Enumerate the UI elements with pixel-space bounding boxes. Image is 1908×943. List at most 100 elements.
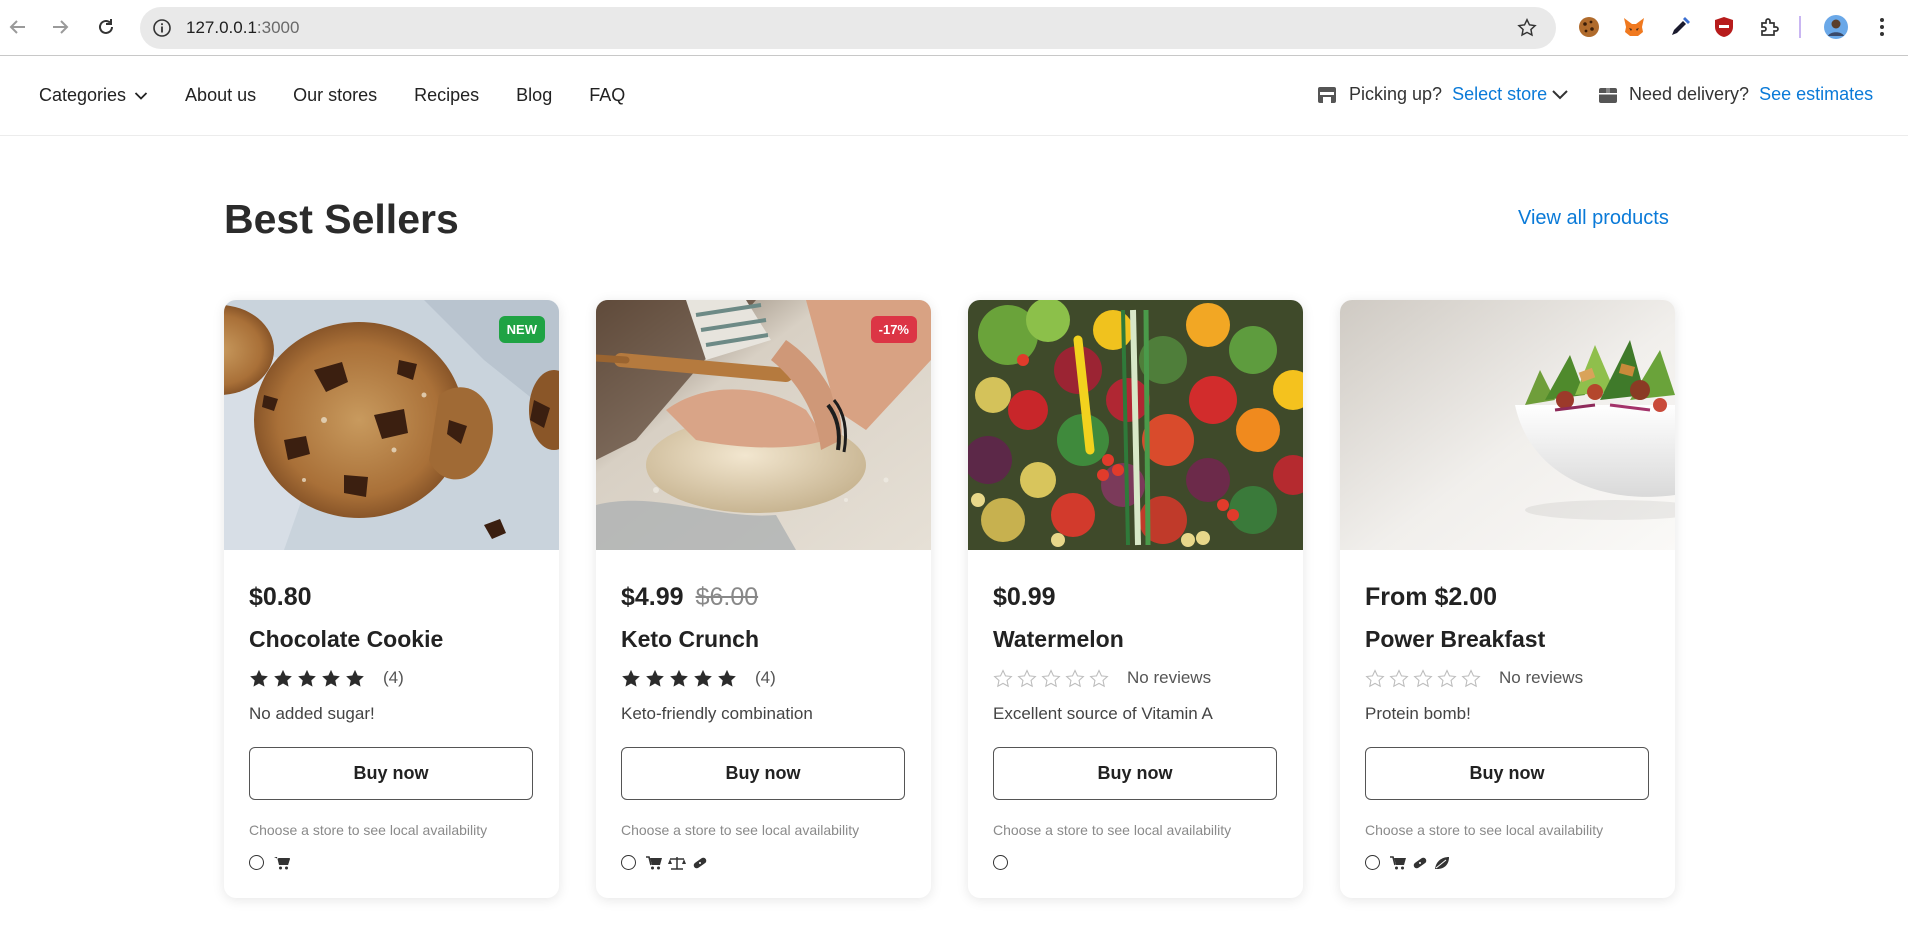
product-name[interactable]: Chocolate Cookie	[249, 626, 443, 653]
original-price: $6.00	[695, 583, 759, 611]
profile-avatar-icon[interactable]	[1822, 13, 1850, 41]
star-filled-icon	[694, 669, 712, 687]
bandage-icon	[693, 857, 707, 868]
pickup-label: Picking up?	[1349, 84, 1443, 104]
product-tags	[621, 855, 714, 870]
product-description: Protein bomb!	[1365, 704, 1471, 723]
product-card[interactable]: From $2.00 Power Breakfast No reviews Pr…	[1340, 300, 1675, 898]
menu-item-blog[interactable]: Blog	[516, 85, 552, 106]
shield-extension-icon[interactable]	[1710, 13, 1738, 41]
current-price: $4.99	[621, 583, 684, 611]
menu-label: Our stores	[293, 85, 378, 105]
star-filled-icon	[718, 669, 736, 687]
reload-icon[interactable]	[91, 12, 121, 42]
toolbar-divider	[1799, 16, 1801, 38]
product-price: $0.80	[249, 583, 312, 612]
menu-item-about-us[interactable]: About us	[185, 85, 256, 106]
browser-toolbar: 127.0.0.1:3000	[0, 0, 1908, 56]
current-price: $0.99	[993, 583, 1056, 611]
new-badge: NEW	[498, 316, 545, 343]
star-filled-icon	[670, 669, 688, 687]
current-price: From $2.00	[1365, 583, 1498, 611]
forward-arrow-icon[interactable]	[45, 12, 75, 42]
delivery-estimator: Need delivery? See estimates	[1598, 84, 1873, 105]
select-store-link[interactable]: Select store	[1452, 84, 1547, 105]
kebab-menu-icon[interactable]	[1868, 13, 1896, 41]
menu-item-our-stores[interactable]: Our stores	[293, 85, 377, 106]
leaf-icon	[1435, 856, 1449, 869]
product-card[interactable]: -17% $4.99 $6.00 Keto Crunch (4) Keto-fri…	[596, 300, 931, 898]
star-empty-icon	[993, 668, 1013, 687]
chevron-down-icon[interactable]	[1551, 89, 1569, 101]
star-filled-icon	[646, 669, 664, 687]
review-count: No reviews	[1499, 668, 1584, 687]
store-radio[interactable]	[1365, 855, 1380, 870]
bookmark-star-icon[interactable]	[1516, 17, 1538, 39]
store-radio[interactable]	[993, 855, 1008, 870]
availability-note: Choose a store to see local availability	[1365, 822, 1604, 838]
cookie-extension-icon[interactable]	[1575, 13, 1603, 41]
menu-item-categories[interactable]: Categories	[39, 85, 148, 106]
site-info-icon[interactable]	[152, 18, 172, 38]
star-empty-icon	[1389, 668, 1409, 687]
address-bar[interactable]: 127.0.0.1:3000	[140, 7, 1556, 49]
review-count: No reviews	[1127, 668, 1212, 687]
product-description: Keto-friendly combination	[621, 704, 813, 723]
product-image-watermelon[interactable]	[968, 300, 1303, 550]
menu-item-recipes[interactable]: Recipes	[414, 85, 479, 106]
star-empty-icon	[1041, 668, 1061, 687]
star-filled-icon	[322, 669, 340, 687]
eyedropper-extension-icon[interactable]	[1666, 13, 1694, 41]
back-arrow-icon[interactable]	[3, 12, 33, 42]
buy-now-button[interactable]: Buy now	[249, 747, 533, 800]
store-radio[interactable]	[249, 855, 264, 870]
availability-note: Choose a store to see local availability	[621, 822, 860, 838]
url-text[interactable]: 127.0.0.1:3000	[186, 18, 299, 38]
fox-extension-icon[interactable]	[1620, 13, 1648, 41]
product-name[interactable]: Power Breakfast	[1365, 626, 1545, 653]
bandage-icon	[1413, 857, 1427, 868]
product-name[interactable]: Watermelon	[993, 626, 1124, 653]
menu-item-faq[interactable]: FAQ	[589, 85, 625, 106]
store-radio[interactable]	[621, 855, 636, 870]
product-rating: No reviews	[1365, 668, 1583, 688]
review-count[interactable]: (4)	[755, 668, 776, 688]
see-estimates-link[interactable]: See estimates	[1759, 84, 1873, 105]
product-card[interactable]: NEW $0.80 Chocolate Cookie (4) No added …	[224, 300, 559, 898]
availability-note: Choose a store to see local availability	[993, 822, 1232, 838]
product-rating: No reviews	[993, 668, 1211, 688]
review-count[interactable]: (4)	[383, 668, 404, 688]
product-price: $0.99	[993, 583, 1056, 612]
view-all-products-link[interactable]: View all products	[1518, 207, 1669, 230]
site-header: Categories About us Our stores Recipes B…	[0, 57, 1908, 136]
star-rating	[621, 669, 741, 688]
buy-now-button[interactable]: Buy now	[621, 747, 905, 800]
product-price: From $2.00	[1365, 583, 1497, 612]
buy-now-button[interactable]: Buy now	[1365, 747, 1649, 800]
product-name[interactable]: Keto Crunch	[621, 626, 759, 653]
product-card[interactable]: $0.99 Watermelon No reviews Excellent so…	[968, 300, 1303, 898]
puzzle-extensions-icon[interactable]	[1756, 13, 1784, 41]
discount-badge: -17%	[870, 316, 917, 343]
star-filled-icon	[622, 669, 640, 687]
star-empty-icon	[1017, 668, 1037, 687]
star-rating	[249, 669, 369, 688]
product-image-power-breakfast[interactable]	[1340, 300, 1675, 550]
star-filled-icon	[346, 669, 364, 687]
star-rating	[993, 668, 1113, 688]
buy-now-button[interactable]: Buy now	[993, 747, 1277, 800]
star-empty-icon	[1413, 668, 1433, 687]
star-filled-icon	[298, 669, 316, 687]
chevron-down-icon	[134, 91, 148, 100]
product-tags	[1365, 855, 1456, 870]
product-image-keto-crunch[interactable]: -17%	[596, 300, 931, 550]
scale-icon	[668, 856, 686, 870]
delivery-label: Need delivery?	[1629, 84, 1750, 104]
cart-icon	[646, 855, 662, 869]
main-menu: Categories About us Our stores Recipes B…	[39, 85, 662, 106]
product-description: Excellent source of Vitamin A	[993, 704, 1213, 723]
star-filled-icon	[274, 669, 292, 687]
star-empty-icon	[1365, 668, 1385, 687]
product-image-chocolate-cookie[interactable]: NEW	[224, 300, 559, 550]
availability-note: Choose a store to see local availability	[249, 822, 488, 838]
